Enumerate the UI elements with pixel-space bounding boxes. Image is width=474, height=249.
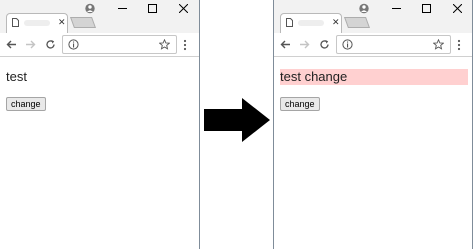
address-bar[interactable] [62,35,177,54]
browser-window-before: ✕ test change [0,0,200,249]
page-icon [12,18,19,27]
maximize-icon[interactable] [148,4,157,13]
page-content: test change [0,57,199,249]
user-icon[interactable] [359,3,369,14]
back-arrow-icon[interactable] [6,39,17,50]
right-arrow-icon [204,98,270,142]
user-icon[interactable] [85,3,95,14]
bookmark-star-icon[interactable] [159,39,170,50]
menu-icon[interactable] [183,39,187,51]
browser-toolbar [274,33,472,57]
minimize-icon[interactable] [392,4,401,13]
change-button[interactable]: change [6,97,46,111]
back-arrow-icon[interactable] [280,39,291,50]
browser-window-after: ✕ test change change [273,0,473,249]
bookmark-star-icon[interactable] [433,39,444,50]
forward-arrow-icon[interactable] [299,39,310,50]
browser-tab[interactable]: ✕ [280,13,342,33]
test-text: test [6,69,27,84]
tab-title [298,20,324,26]
menu-icon[interactable] [457,39,461,51]
window-close-icon[interactable] [179,4,188,13]
tab-close-icon[interactable]: ✕ [58,17,66,27]
new-tab-button[interactable] [69,17,97,28]
window-close-icon[interactable] [453,4,462,13]
title-bar: ✕ [274,0,472,33]
info-icon[interactable] [68,39,79,50]
tab-title [24,20,50,26]
browser-toolbar [0,33,199,57]
title-bar: ✕ [0,0,199,33]
page-content: test change change [274,57,472,249]
maximize-icon[interactable] [422,4,431,13]
page-icon [286,18,293,27]
reload-icon[interactable] [319,39,330,50]
reload-icon[interactable] [45,39,56,50]
change-button[interactable]: change [280,97,320,111]
info-icon[interactable] [342,39,353,50]
tab-close-icon[interactable]: ✕ [332,17,340,27]
test-text-changed: test change [280,69,468,85]
new-tab-button[interactable] [343,17,371,28]
address-bar[interactable] [336,35,451,54]
forward-arrow-icon[interactable] [25,39,36,50]
browser-tab[interactable]: ✕ [6,13,68,33]
minimize-icon[interactable] [118,4,127,13]
